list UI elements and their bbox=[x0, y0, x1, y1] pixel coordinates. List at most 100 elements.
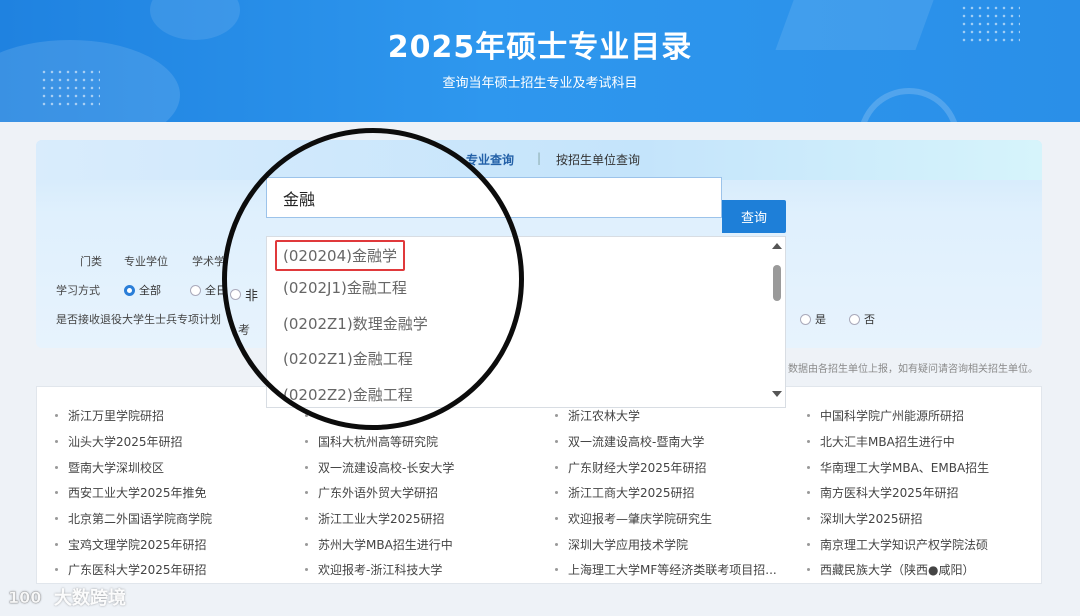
link-item[interactable]: 西安工业大学2025年推免 bbox=[55, 480, 212, 506]
link-column: 浙江农林大学 双一流建设高校-暨南大学 广东财经大学2025年研招 浙江工商大学… bbox=[555, 403, 777, 583]
radio-icon bbox=[190, 284, 201, 296]
link-item[interactable]: 双一流建设高校-长安大学 bbox=[305, 454, 454, 480]
bullet-icon bbox=[555, 465, 558, 469]
dropdown-option[interactable]: (0202J1)金融工程 bbox=[283, 277, 407, 298]
scroll-up-arrow-icon[interactable] bbox=[772, 243, 782, 249]
dropdown-option[interactable]: (020204)金融学 bbox=[275, 240, 405, 271]
link-item[interactable]: 广东财经大学2025年研招 bbox=[555, 454, 777, 480]
category-label: 门类 bbox=[80, 255, 102, 268]
dropdown-option[interactable]: (0202Z1)金融工程 bbox=[283, 348, 413, 369]
bullet-icon bbox=[55, 542, 58, 546]
link-item[interactable]: 国科大杭州高等研究院 bbox=[305, 429, 454, 455]
link-item[interactable]: 中国科学院广州能源所研招 bbox=[807, 403, 989, 429]
link-item[interactable]: 华南理工大学MBA、EMBA招生 bbox=[807, 454, 989, 480]
search-input[interactable] bbox=[267, 178, 721, 217]
link-item[interactable]: 浙江工业大学2025研招 bbox=[305, 506, 454, 532]
bullet-icon bbox=[305, 440, 308, 444]
partial-label: 考 bbox=[238, 323, 251, 337]
bullet-icon bbox=[305, 517, 308, 521]
bullet-icon bbox=[555, 517, 558, 521]
svg-text:100: 100 bbox=[8, 588, 41, 607]
watermark-logo-icon: 100 bbox=[8, 588, 42, 608]
link-item[interactable]: 双一流建设高校-暨南大学 bbox=[555, 429, 777, 455]
bullet-icon bbox=[555, 568, 558, 572]
link-item[interactable]: 北大汇丰MBA招生进行中 bbox=[807, 429, 989, 455]
bullet-icon bbox=[305, 568, 308, 572]
bullet-icon bbox=[305, 542, 308, 546]
link-item[interactable]: 暨南大学深圳校区 bbox=[55, 454, 212, 480]
study-mode-parttime-radio[interactable]: 非 bbox=[230, 285, 258, 304]
radio-icon bbox=[849, 313, 860, 325]
scrollbar-thumb[interactable] bbox=[773, 265, 781, 301]
link-item[interactable]: 欢迎报考—肇庆学院研究生 bbox=[555, 506, 777, 532]
link-item[interactable]: 浙江万里学院研招 bbox=[55, 403, 212, 429]
link-item[interactable]: 汕头大学2025年研招 bbox=[55, 429, 212, 455]
bullet-icon bbox=[305, 465, 308, 469]
bullet-icon bbox=[807, 517, 810, 521]
study-mode-fulltime-radio[interactable]: 全日 bbox=[190, 282, 227, 298]
link-item[interactable]: 深圳大学应用技术学院 bbox=[555, 531, 777, 557]
watermark-text: 大数跨境 bbox=[54, 588, 126, 609]
category-option-academic[interactable]: 学术学 bbox=[192, 253, 225, 269]
bullet-icon bbox=[555, 440, 558, 444]
watermark: 100 大数跨境 bbox=[8, 584, 126, 610]
study-mode-all-radio[interactable]: 全部 bbox=[124, 282, 161, 298]
page-title: 2025年硕士专业目录 bbox=[387, 30, 693, 65]
link-item[interactable]: 欢迎报考-浙江科技大学 bbox=[305, 557, 454, 583]
link-item[interactable]: 广东医科大学2025年研招 bbox=[55, 557, 212, 583]
radio-selected-icon bbox=[124, 284, 135, 296]
radio-label: 全部 bbox=[139, 284, 161, 297]
radio-label: 全日 bbox=[205, 284, 227, 297]
soldier-yes-radio[interactable]: 是 bbox=[800, 311, 826, 327]
bullet-icon bbox=[55, 568, 58, 572]
bullet-icon bbox=[555, 542, 558, 546]
bullet-icon bbox=[305, 491, 308, 495]
bullet-icon bbox=[555, 491, 558, 495]
link-item[interactable]: 浙江工商大学2025研招 bbox=[555, 480, 777, 506]
soldier-no-radio[interactable]: 否 bbox=[849, 311, 875, 327]
data-source-note: 数据由各招生单位上报，如有疑问请咨询相关招生单位。 bbox=[788, 364, 1038, 375]
bullet-icon bbox=[807, 491, 810, 495]
tab-separator: | bbox=[537, 151, 542, 165]
recommend-links-panel: 浙江万里学院研招 汕头大学2025年研招 暨南大学深圳校区 西安工业大学2025… bbox=[36, 386, 1042, 584]
link-item[interactable]: 宝鸡文理学院2025年研招 bbox=[55, 531, 212, 557]
bullet-icon bbox=[55, 465, 58, 469]
link-item[interactable]: 北京第二外国语学院商学院 bbox=[55, 506, 212, 532]
link-item[interactable]: 南方医科大学2025年研招 bbox=[807, 480, 989, 506]
link-item[interactable]: 上海理工大学MF等经济类联考项目招... bbox=[555, 557, 777, 583]
bullet-icon bbox=[807, 568, 810, 572]
bullet-icon bbox=[55, 517, 58, 521]
link-column: 中国科学院广州能源所研招 北大汇丰MBA招生进行中 华南理工大学MBA、EMBA… bbox=[807, 403, 989, 583]
radio-label: 是 bbox=[815, 313, 826, 326]
radio-label: 非 bbox=[245, 289, 259, 304]
radio-label: 否 bbox=[864, 313, 875, 326]
header-banner: 2025年硕士专业目录 查询当年硕士招生专业及考试科目 bbox=[0, 0, 1080, 122]
scroll-down-arrow-icon[interactable] bbox=[772, 391, 782, 397]
dropdown-option[interactable]: (0202Z1)数理金融学 bbox=[283, 313, 428, 334]
autocomplete-dropdown: (020204)金融学 (0202J1)金融工程 (0202Z1)数理金融学 (… bbox=[266, 236, 786, 408]
bullet-icon bbox=[305, 414, 308, 418]
bullet-icon bbox=[555, 414, 558, 418]
category-option-professional[interactable]: 专业学位 bbox=[124, 253, 168, 269]
major-search-field[interactable] bbox=[266, 177, 722, 218]
soldier-plan-label: 是否接收退役大学生士兵专项计划 bbox=[56, 313, 221, 326]
banner-ring-decoration bbox=[858, 88, 960, 122]
radio-icon bbox=[230, 289, 241, 300]
bullet-icon bbox=[55, 414, 58, 418]
page-subtitle: 查询当年硕士招生专业及考试科目 bbox=[442, 76, 638, 91]
link-item[interactable]: 西藏民族大学（陕西●咸阳） bbox=[807, 557, 989, 583]
link-item[interactable]: 广东外语外贸大学研招 bbox=[305, 480, 454, 506]
link-item[interactable]: 南京理工大学知识产权学院法硕 bbox=[807, 531, 989, 557]
bullet-icon bbox=[55, 491, 58, 495]
dropdown-option[interactable]: (0202Z2)金融工程 bbox=[283, 384, 413, 405]
link-item[interactable]: 苏州大学MBA招生进行中 bbox=[305, 531, 454, 557]
bullet-icon bbox=[807, 440, 810, 444]
bullet-icon bbox=[807, 542, 810, 546]
tab-major-query[interactable]: 专业查询 bbox=[466, 151, 514, 168]
tab-institution-query[interactable]: 按招生单位查询 bbox=[556, 151, 640, 168]
study-mode-label: 学习方式 bbox=[56, 284, 100, 297]
bullet-icon bbox=[807, 465, 810, 469]
search-button[interactable]: 查询 bbox=[722, 200, 786, 233]
radio-icon bbox=[800, 313, 811, 325]
link-item[interactable]: 深圳大学2025研招 bbox=[807, 506, 989, 532]
